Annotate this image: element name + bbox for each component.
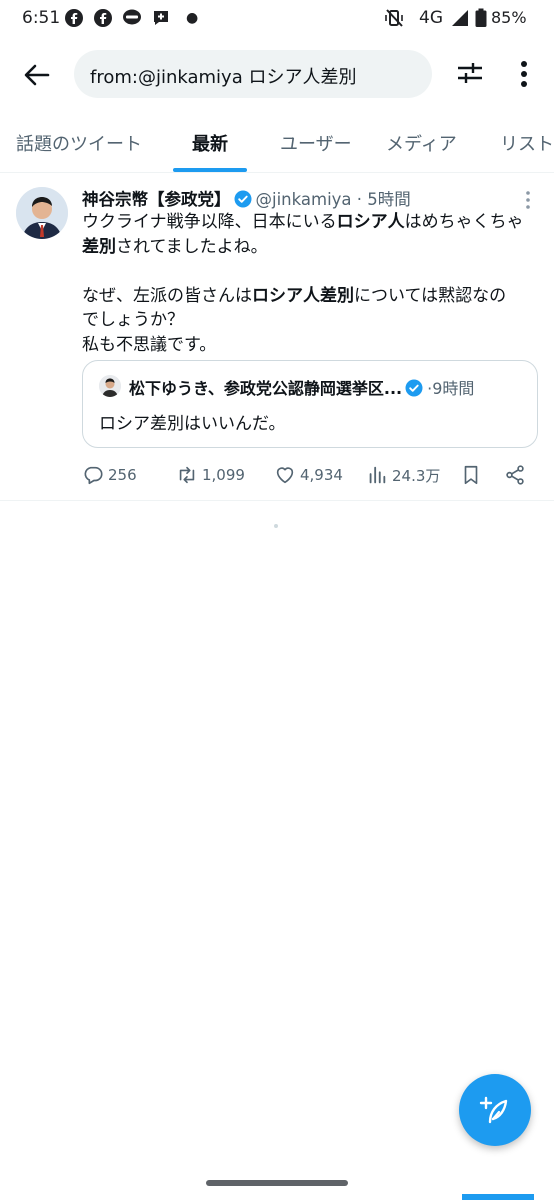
- tab-latest[interactable]: 最新: [192, 130, 228, 156]
- tab-people[interactable]: ユーザー: [280, 130, 352, 156]
- avatar: [99, 375, 121, 397]
- avatar[interactable]: [16, 187, 68, 239]
- text-run: については黙認なの: [354, 285, 507, 306]
- signal-icon: [450, 8, 470, 28]
- tweet-time[interactable]: 5時間: [367, 190, 411, 209]
- views-count: 24.3万: [392, 466, 441, 485]
- highlight-term: ロシア人: [336, 212, 405, 232]
- tweet[interactable]: 神谷宗幣【参政党】 @jinkamiya · 5時間 ウクライナ戦争以降、日本にい…: [0, 172, 554, 501]
- tweet-more-icon[interactable]: [522, 190, 534, 210]
- reply-count: 256: [108, 466, 137, 484]
- like-button[interactable]: 4,934: [274, 460, 343, 490]
- quote-tweet[interactable]: 松下ゆうき、参政党公認静岡選挙区... ·9時間 ロシア差別はいいんだ。: [82, 360, 538, 448]
- text-run: 私も不思議です。: [82, 334, 217, 355]
- chat-plus-icon: [151, 8, 171, 28]
- line-app-icon: [122, 8, 142, 28]
- more-options-icon[interactable]: [513, 58, 535, 90]
- share-button[interactable]: [504, 460, 530, 490]
- bottom-accent-bar: [462, 1194, 534, 1200]
- heart-icon: [276, 467, 294, 484]
- back-arrow-icon[interactable]: [22, 60, 52, 90]
- quote-header: 松下ゆうき、参政党公認静岡選挙区... ·9時間: [129, 375, 474, 399]
- views-button[interactable]: 24.3万: [366, 460, 440, 490]
- tweet-actions: 256 1,099 4,934 24.3万: [82, 460, 536, 490]
- tweet-header: 神谷宗幣【参政党】 @jinkamiya · 5時間: [82, 186, 411, 210]
- text-run: でしょうか？: [82, 310, 184, 330]
- author-handle[interactable]: @jinkamiya: [256, 190, 352, 209]
- compose-tweet-button[interactable]: [459, 1074, 531, 1146]
- retweet-icon: [179, 466, 195, 484]
- status-time: 6:51: [22, 8, 61, 28]
- text-run: ウクライナ戦争以降、日本にいる: [82, 212, 337, 232]
- share-icon: [506, 465, 524, 485]
- search-tabs: 話題のツイート 最新 ユーザー メディア リスト: [0, 118, 554, 173]
- quote-text: ロシア差別はいいんだ。: [99, 414, 286, 434]
- vibrate-off-icon: [384, 8, 404, 28]
- notification-dot: ●: [186, 10, 199, 26]
- facebook-icon: [93, 8, 113, 28]
- status-bar: 6:51 ● 4G 85%: [0, 0, 554, 38]
- views-chart-icon: [369, 466, 386, 484]
- reply-button[interactable]: 256: [82, 460, 137, 490]
- highlight-term: ロシア人差別: [252, 285, 354, 306]
- search-input[interactable]: from:@jinkamiya ロシア人差別: [74, 50, 432, 98]
- highlight-term: 差別: [82, 236, 116, 257]
- tab-top[interactable]: 話題のツイート: [16, 130, 142, 156]
- author-name[interactable]: 神谷宗幣【参政党】: [82, 190, 231, 209]
- search-query: from:@jinkamiya ロシア人差別: [90, 67, 357, 88]
- facebook-icon: [64, 8, 84, 28]
- text-run: されてましたよね。: [116, 236, 268, 257]
- separator: ·: [356, 190, 363, 209]
- loading-indicator: [274, 524, 278, 528]
- quote-time: 9時間: [432, 379, 475, 398]
- verified-badge-icon: [405, 379, 423, 397]
- battery-percent: 85%: [491, 8, 527, 27]
- battery-icon: [474, 8, 488, 28]
- text-run: なぜ、左派の皆さんは: [82, 285, 252, 306]
- tweet-text: ウクライナ戦争以降、日本にいるロシア人はめちゃくちゃ 差別されてましたよね。 な…: [82, 210, 532, 357]
- home-gesture-bar[interactable]: [206, 1180, 348, 1186]
- like-count: 4,934: [300, 466, 343, 484]
- verified-badge-icon: [234, 190, 252, 208]
- reply-icon: [84, 466, 103, 485]
- tab-media[interactable]: メディア: [386, 130, 457, 156]
- filter-sliders-icon[interactable]: [455, 58, 485, 88]
- retweet-button[interactable]: 1,099: [176, 460, 245, 490]
- bookmark-icon: [464, 465, 478, 485]
- quote-author-name: 松下ゆうき、参政党公認静岡選挙区...: [129, 379, 403, 398]
- retweet-count: 1,099: [202, 466, 245, 484]
- network-type: 4G: [419, 8, 443, 28]
- compose-feather-icon: [479, 1096, 508, 1124]
- text-run: はめちゃくちゃ: [404, 212, 524, 232]
- tab-lists[interactable]: リスト: [500, 130, 554, 156]
- bookmark-button[interactable]: [460, 460, 486, 490]
